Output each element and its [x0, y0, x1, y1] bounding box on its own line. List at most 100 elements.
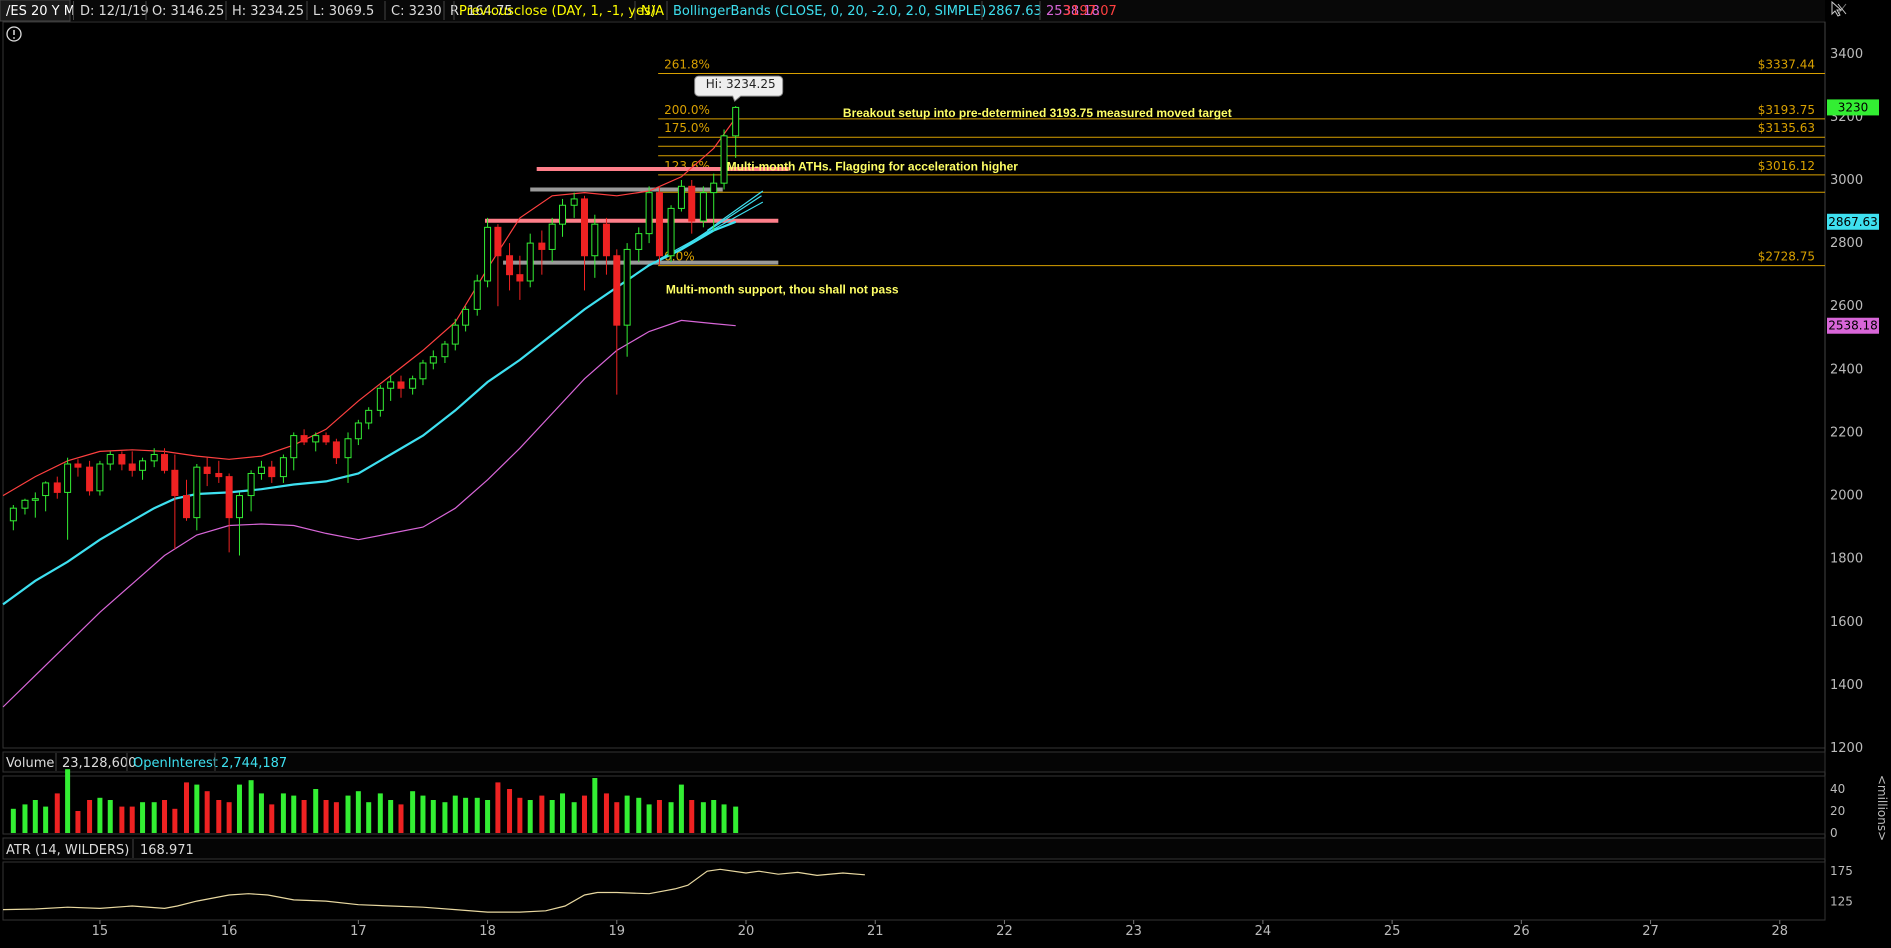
candle-body-16: [182, 495, 190, 519]
candle-body-11: [128, 463, 136, 471]
candle-body-67: [732, 106, 740, 137]
volume-bar-36: [398, 804, 404, 833]
volume-bar-55: [603, 793, 609, 833]
candle-body-63: [688, 185, 696, 222]
y-tick-label-8: 1800: [1830, 552, 1863, 567]
volume-bar-18: [204, 791, 210, 833]
volume-bar-20: [226, 802, 232, 833]
volume-value: 23,128,600: [62, 756, 136, 771]
candle-body-51: [559, 204, 567, 225]
candle-body-25: [279, 457, 287, 478]
volume-bar-49: [539, 795, 545, 833]
annotation-1: Multi-month ATHs. Flagging for accelerat…: [727, 160, 1019, 174]
volume-bar-64: [700, 802, 706, 833]
candle-body-64: [699, 192, 707, 222]
candle-body-14: [161, 454, 169, 471]
candle-body-3: [42, 482, 50, 497]
bb-study[interactable]: BollingerBands (CLOSE, 0, 20, -2.0, 2.0,…: [673, 4, 986, 19]
candle-body-55: [602, 223, 610, 257]
hi-label: Hi: 3234.25: [706, 77, 776, 91]
volume-bar-47: [517, 797, 523, 833]
candle-body-21: [235, 495, 243, 519]
volume-bar-31: [345, 795, 351, 833]
volume-bar-0: [10, 808, 16, 833]
candle-body-40: [441, 343, 449, 358]
volume-bar-32: [355, 791, 361, 833]
volume-bar-54: [592, 778, 598, 833]
volume-bar-45: [495, 782, 501, 833]
annotation-2: Multi-month support, thou shall not pass: [666, 283, 899, 297]
x-tick-label-8: 23: [1125, 924, 1142, 939]
atr-value: 168.971: [140, 843, 194, 858]
x-tick-label-5: 20: [738, 924, 755, 939]
candle-body-43: [473, 280, 481, 310]
volume-bar-56: [614, 802, 620, 833]
atr-y-tick-1: 125: [1830, 895, 1853, 909]
candle-body-20: [225, 476, 233, 519]
candle-body-58: [635, 233, 643, 250]
candle-body-18: [203, 466, 211, 474]
volume-bar-25: [280, 793, 286, 833]
volume-bar-23: [258, 793, 264, 833]
candle-body-36: [397, 381, 405, 389]
volume-bar-1: [22, 804, 28, 833]
volume-bar-39: [430, 800, 436, 833]
open-interest-label[interactable]: OpenInterest: [133, 756, 218, 771]
prev-close-value: N/A: [641, 4, 664, 19]
annotation-0: Breakout setup into pre-determined 3193.…: [843, 106, 1232, 120]
volume-bar-62: [678, 784, 684, 833]
symbol-label[interactable]: /ES 20 Y M: [6, 4, 75, 19]
price-badge-label-1: 2867.63: [1828, 215, 1878, 229]
x-tick-label-3: 18: [479, 924, 496, 939]
candle-body-27: [300, 435, 308, 443]
atr-label[interactable]: ATR (14, WILDERS): [6, 843, 129, 858]
volume-bar-4: [54, 793, 60, 833]
candle-body-5: [64, 463, 72, 493]
candle-body-12: [139, 460, 147, 471]
candle-body-41: [451, 324, 459, 345]
volume-label[interactable]: Volume: [6, 756, 54, 771]
candle-body-62: [677, 185, 685, 209]
candle-body-38: [419, 362, 427, 380]
y-tick-label-9: 1600: [1830, 615, 1863, 630]
candle-body-61: [667, 207, 675, 257]
y-tick-label-2: 3000: [1830, 173, 1863, 188]
candle-body-4: [53, 482, 61, 493]
candle-body-48: [526, 242, 534, 282]
volume-bar-24: [269, 804, 275, 833]
volume-bar-2: [32, 800, 38, 833]
volume-bar-60: [656, 800, 662, 833]
x-tick-label-2: 17: [350, 924, 367, 939]
volume-bar-41: [452, 795, 458, 833]
volume-y-tick-2: 0: [1830, 826, 1838, 840]
atr-y-tick-0: 175: [1830, 864, 1853, 878]
high-value: H: 3234.25: [232, 4, 304, 19]
candle-body-44: [484, 226, 492, 282]
y-tick-label-3: 2800: [1830, 236, 1863, 251]
volume-bar-50: [549, 800, 555, 833]
candle-body-2: [31, 498, 39, 501]
header-bar: /ES 20 Y M D: 12/1/19 O: 3146.25 H: 3234…: [0, 0, 1825, 22]
chart-window: /ES 20 Y M D: 12/1/19 O: 3146.25 H: 3234…: [0, 0, 1891, 944]
volume-bar-17: [194, 784, 200, 833]
prev-close-study[interactable]: Previousclose (DAY, 1, -1, yes): [459, 4, 656, 19]
volume-bar-11: [129, 806, 135, 833]
candle-body-54: [591, 223, 599, 257]
candle-body-56: [613, 255, 621, 326]
volume-bar-26: [291, 795, 297, 833]
volume-bar-66: [721, 804, 727, 833]
fib-price-label-5: $3016.12: [1758, 159, 1815, 173]
candle-body-13: [150, 454, 158, 462]
candle-body-34: [376, 387, 384, 411]
candle-body-49: [538, 242, 546, 250]
x-tick-label-10: 25: [1384, 924, 1401, 939]
candle-body-52: [570, 198, 578, 206]
volume-bar-9: [107, 800, 113, 833]
volume-bar-8: [97, 797, 103, 833]
y-tick-label-0: 3400: [1830, 47, 1863, 62]
candle-body-59: [645, 192, 653, 235]
y-tick-label-10: 1400: [1830, 678, 1863, 693]
candle-body-15: [171, 469, 179, 497]
volume-bar-63: [689, 800, 695, 833]
volume-bar-67: [733, 806, 739, 833]
